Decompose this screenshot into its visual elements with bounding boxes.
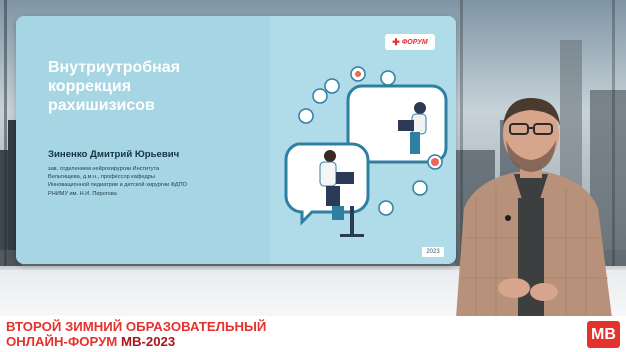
event-title-line-2: ОНЛАЙН-ФОРУМ МВ-2023 <box>6 334 175 349</box>
forum-logo-text: ФОРУМ <box>401 38 428 46</box>
slide-title: Внутриутробная коррекция рахишизисов <box>48 58 248 115</box>
event-title-line-1: ВТОРОЙ ЗИМНИЙ ОБРАЗОВАТЕЛЬНЫЙ <box>6 319 267 334</box>
doctors-consultation-illustration <box>284 66 448 237</box>
slide-title-line: рахишизисов <box>48 97 155 114</box>
mb-logo-badge: МВ <box>587 321 620 348</box>
presenter <box>456 98 612 318</box>
slide-title-line: коррекция <box>48 78 132 95</box>
slide-left-panel <box>16 16 270 264</box>
speaker-description-line: РНИМУ им. Н.И. Пирогова <box>48 190 117 197</box>
speaker-name: Зиненко Дмитрий Юрьевич <box>48 149 180 160</box>
speaker-description-line: зав. отделением нейрохирургии Института <box>48 166 160 172</box>
event-title-prefix: ОНЛАЙН-ФОРУМ <box>6 334 118 349</box>
medical-cross-icon: ✚ <box>392 36 400 47</box>
speaker-description: зав. отделением нейрохирургии Института … <box>48 165 278 198</box>
slide-title-line: Внутриутробная <box>48 59 181 76</box>
speaker-description-line: Вельтищева, д.м.н., профессор кафедры <box>48 174 155 181</box>
lower-third-banner: ВТОРОЙ ЗИМНИЙ ОБРАЗОВАТЕЛЬНЫЙ ОНЛАЙН-ФОР… <box>0 316 626 352</box>
forum-logo: ✚ ФОРУМ <box>385 34 435 50</box>
speaker-description-line: Инновационной педиатрии и детской хирург… <box>48 182 187 189</box>
event-title-code: МВ-2023 <box>120 334 176 349</box>
